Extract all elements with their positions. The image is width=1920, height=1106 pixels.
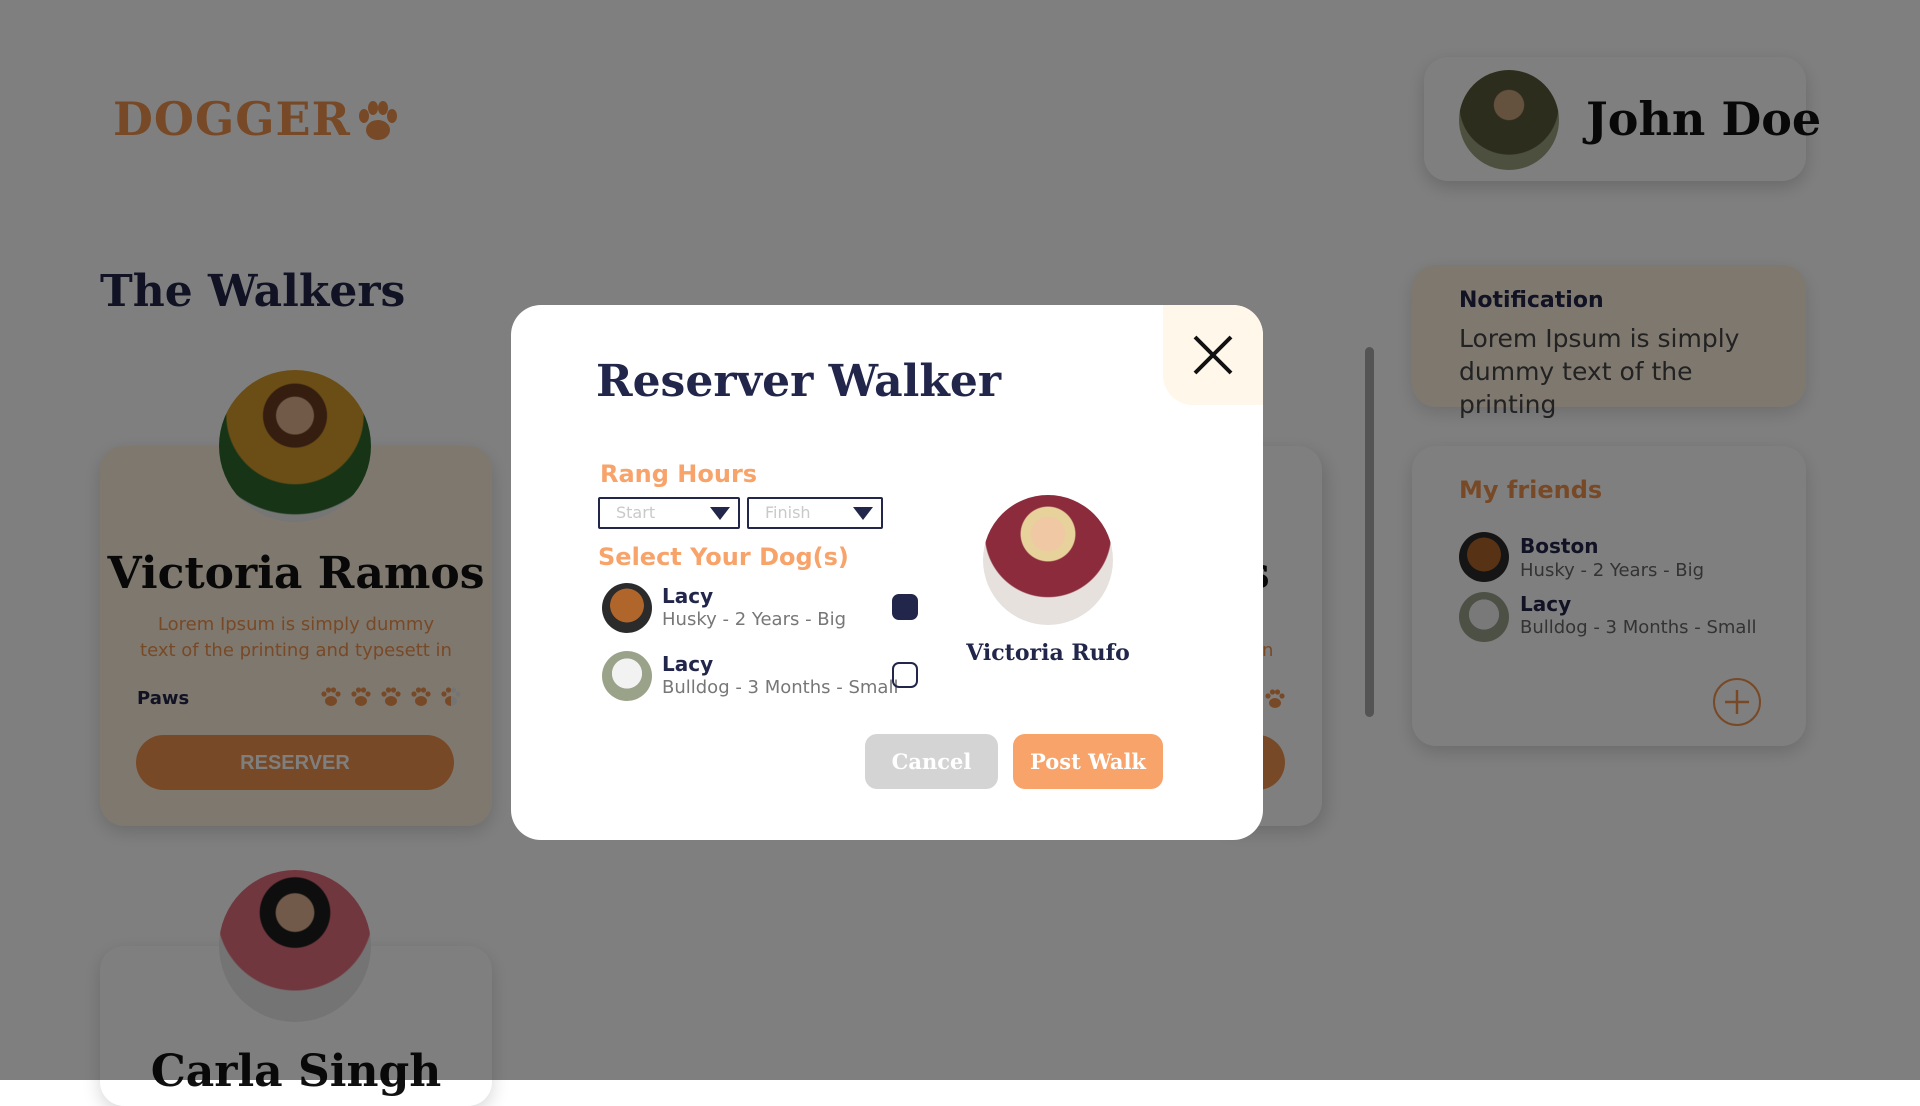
dog-avatar (602, 583, 652, 633)
dog-avatar (602, 651, 652, 701)
walker-avatar (983, 495, 1113, 625)
dog-meta: Husky - 2 Years - Big (662, 609, 847, 630)
close-button[interactable] (1163, 305, 1263, 405)
start-placeholder: Start (616, 503, 656, 522)
start-hour-select[interactable]: Start (598, 497, 740, 529)
chevron-down-icon (853, 507, 873, 520)
modal-title: Reserver Walker (596, 356, 1002, 407)
dog-meta: Bulldog - 3 Months - Small (662, 677, 899, 698)
finish-placeholder: Finish (765, 503, 811, 522)
dog-checkbox[interactable] (892, 662, 918, 688)
cancel-button[interactable]: Cancel (865, 734, 998, 789)
finish-hour-select[interactable]: Finish (747, 497, 883, 529)
walker-name: Victoria Rufo (966, 640, 1130, 666)
chevron-down-icon (710, 507, 730, 520)
dog-checkbox[interactable] (892, 594, 918, 620)
dog-name: Lacy (662, 584, 714, 608)
post-walk-button[interactable]: Post Walk (1013, 734, 1163, 789)
close-icon (1193, 335, 1233, 375)
select-dogs-label: Select Your Dog(s) (598, 543, 849, 571)
dog-name: Lacy (662, 652, 714, 676)
rang-hours-label: Rang Hours (600, 460, 758, 488)
